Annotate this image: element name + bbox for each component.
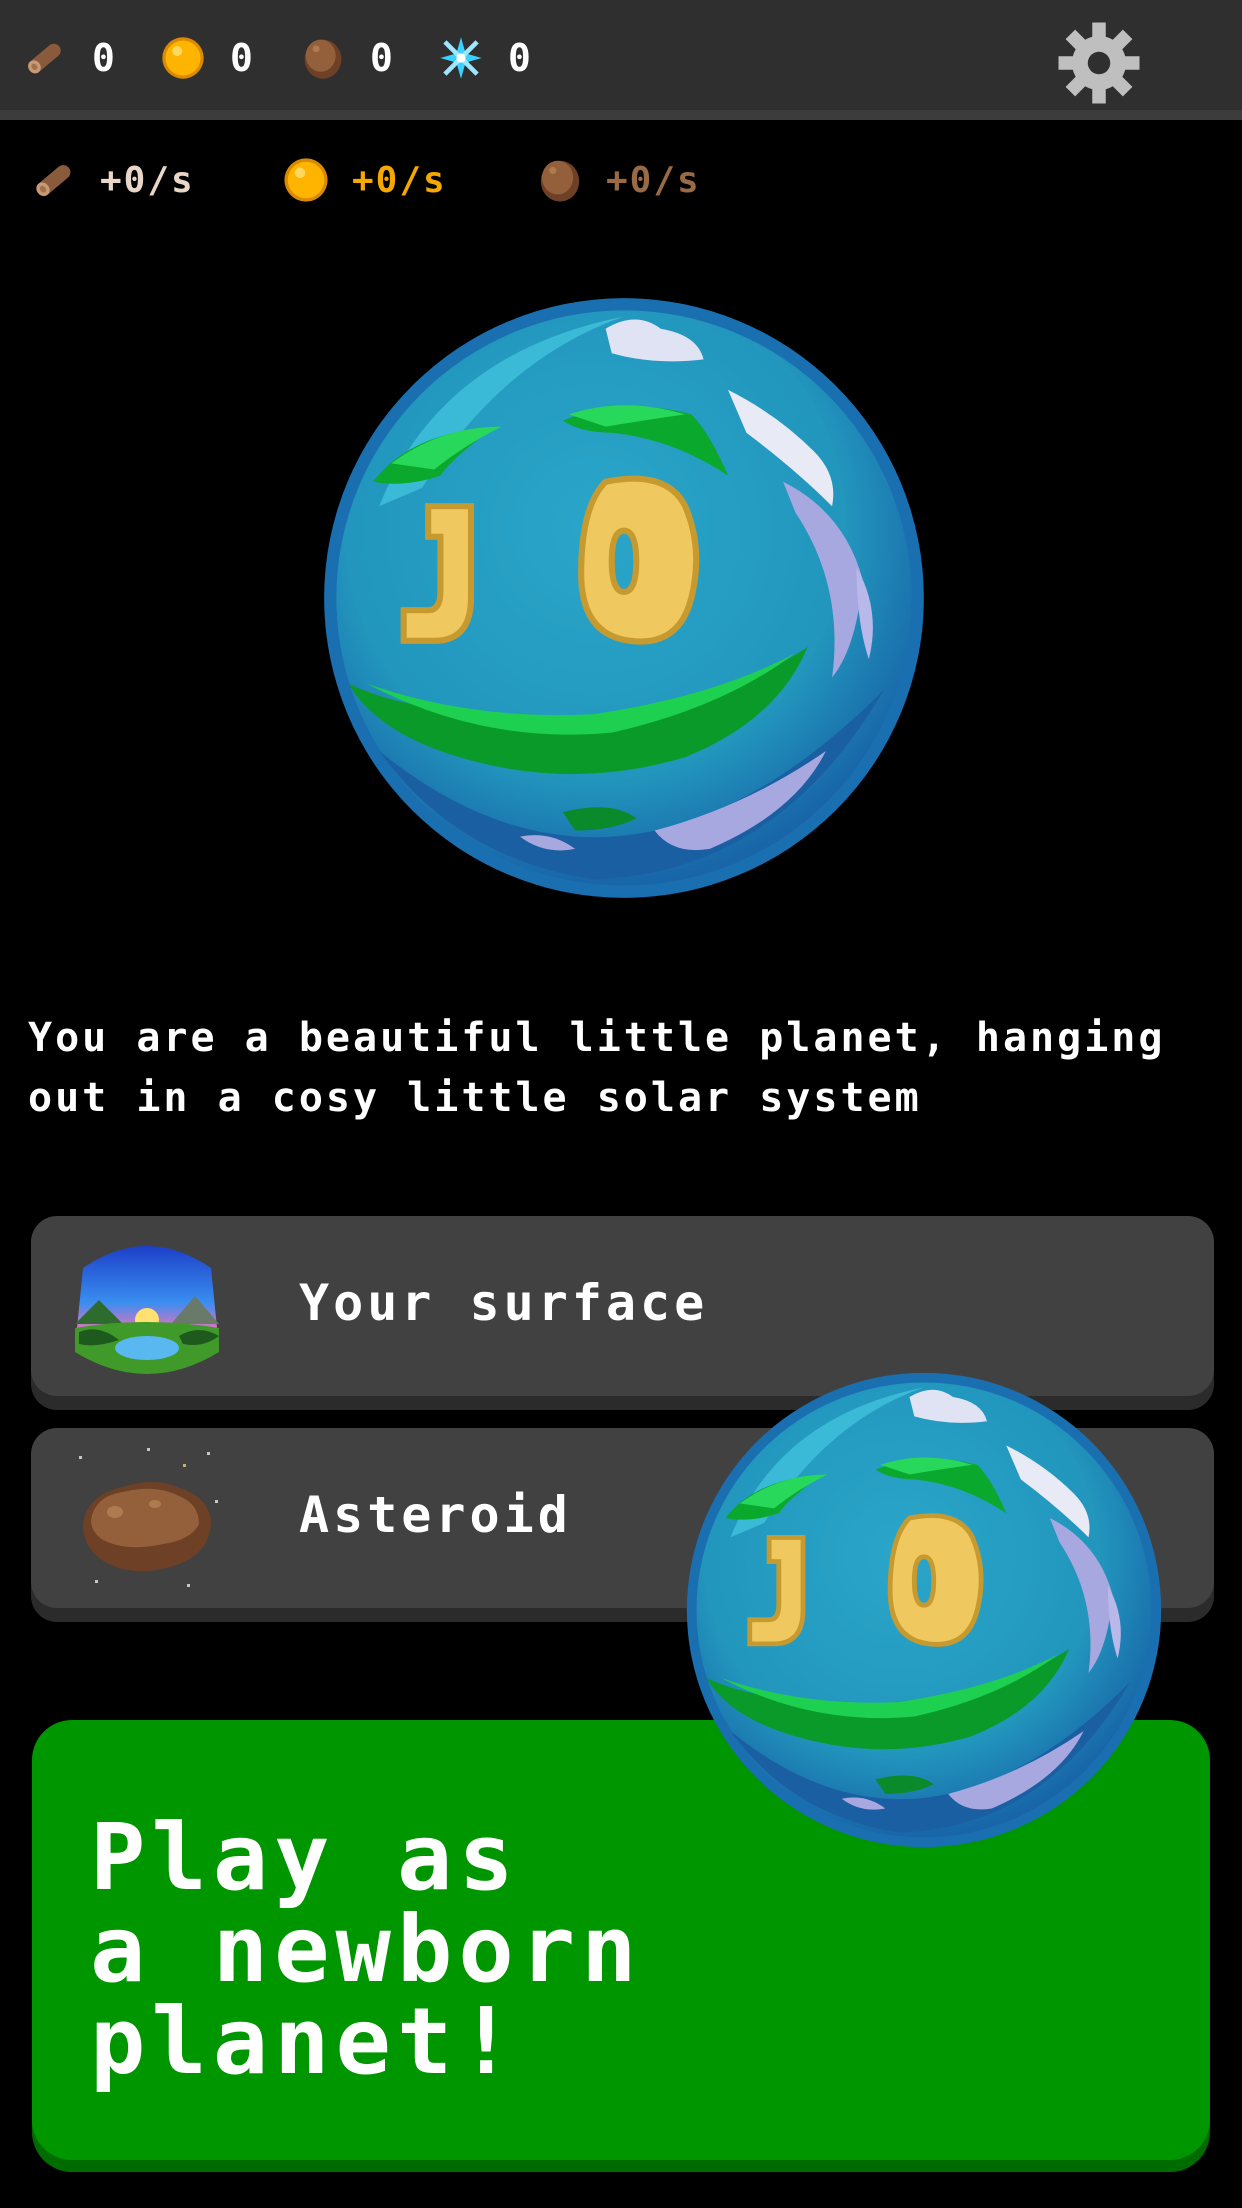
asteroid-icon [79,1448,218,1587]
surface-label: Your surface [299,1274,709,1332]
rock-count: 0 [370,36,395,80]
rate-rock: +0/s [536,152,701,208]
rock-rate: +0/s [606,159,701,201]
rock-icon [304,39,342,79]
rate-gold: +0/s [282,152,447,208]
gold-coin-icon [162,37,204,79]
asteroid-label: Asteroid [299,1486,572,1544]
planet-description: You are a beautiful little planet, hangi… [28,1015,1166,1121]
wood-log-icon [36,165,71,197]
resource-crystal: 0 [438,26,533,90]
landscape-icon [75,1246,219,1374]
wood-count: 0 [92,36,117,80]
wood-rate: +0/s [100,159,195,201]
rate-wood: +0/s [30,152,195,208]
play-line-2: a newborn [90,1896,643,2003]
crystal-icon [440,37,482,79]
planet-avatar[interactable] [318,292,930,904]
gold-rate: +0/s [352,159,447,201]
resource-wood: 0 [22,26,117,90]
crystal-count: 0 [508,36,533,80]
gear-icon[interactable] [1054,18,1144,108]
play-line-3: planet! [90,1988,520,2095]
rock-icon [540,160,580,202]
play-button-label: Play as a newborn planet! [90,1812,850,2088]
gold-coin-icon [284,158,328,202]
resource-gold: 0 [160,26,255,90]
wood-log-icon [28,43,61,74]
resource-rock: 0 [300,26,395,90]
gold-count: 0 [230,36,255,80]
newborn-planet-image[interactable] [682,1368,1166,1852]
resource-bar: 0 0 0 0 [0,0,1242,120]
